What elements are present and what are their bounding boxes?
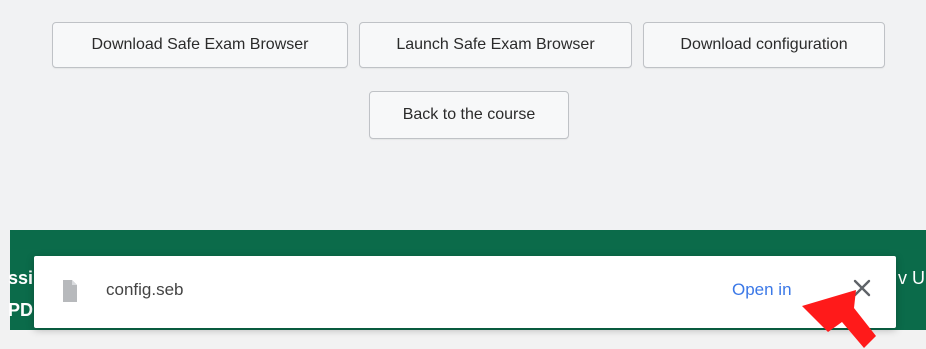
file-icon — [63, 280, 77, 302]
footer-left-text-fragment-2: PD — [8, 300, 34, 320]
downloaded-file-name[interactable]: config.seb — [106, 280, 184, 300]
page-content: Download Safe Exam Browser Launch Safe E… — [0, 0, 926, 230]
footer-left-text-fragment-1: ssi — [8, 268, 34, 288]
download-bar: config.seb Open in — [34, 256, 896, 328]
red-arrow-pointer-icon — [802, 290, 876, 348]
launch-seb-button[interactable]: Launch Safe Exam Browser — [359, 22, 632, 68]
footer-right-text-fragment: v U — [898, 268, 925, 288]
back-to-course-button[interactable]: Back to the course — [369, 91, 569, 139]
download-seb-button[interactable]: Download Safe Exam Browser — [52, 22, 348, 68]
download-configuration-button[interactable]: Download configuration — [643, 22, 885, 68]
bottom-strip — [0, 330, 926, 349]
open-in-button[interactable]: Open in — [732, 280, 792, 300]
